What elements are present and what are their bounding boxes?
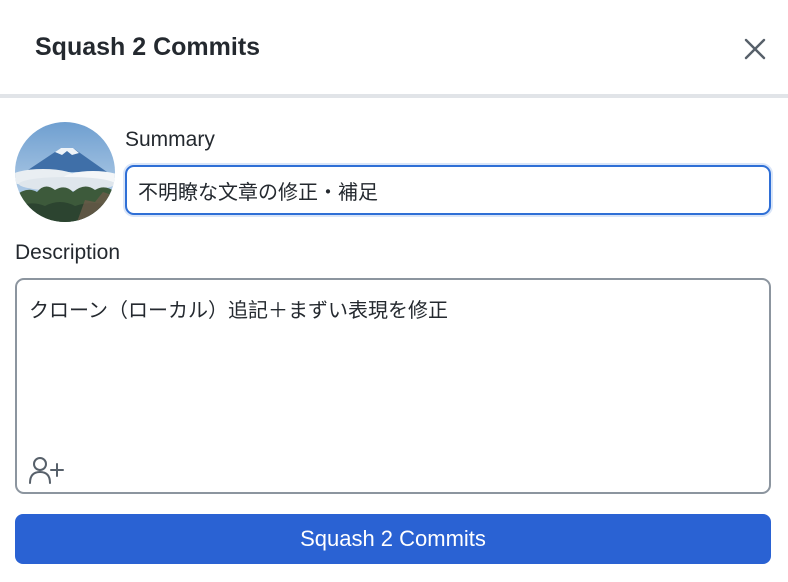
summary-input[interactable] [125, 165, 771, 215]
avatar [15, 122, 115, 222]
add-coauthor-button[interactable] [27, 454, 67, 486]
dialog-header: Squash 2 Commits [0, 0, 788, 98]
description-textarea[interactable]: クローン（ローカル）追記＋まずい表現を修正 [15, 278, 771, 494]
add-user-icon [29, 457, 64, 484]
squash-commits-button[interactable]: Squash 2 Commits [15, 514, 771, 564]
description-text: クローン（ローカル）追記＋まずい表現を修正 [29, 298, 448, 322]
close-icon [744, 38, 766, 60]
dialog-title: Squash 2 Commits [35, 33, 261, 61]
squash-commits-dialog: Squash 2 Commits Summary 不明瞭な文章の修正・補足 De… [0, 0, 788, 582]
summary-label: Summary [125, 128, 215, 151]
close-button[interactable] [738, 32, 772, 66]
description-label: Description [15, 241, 121, 264]
